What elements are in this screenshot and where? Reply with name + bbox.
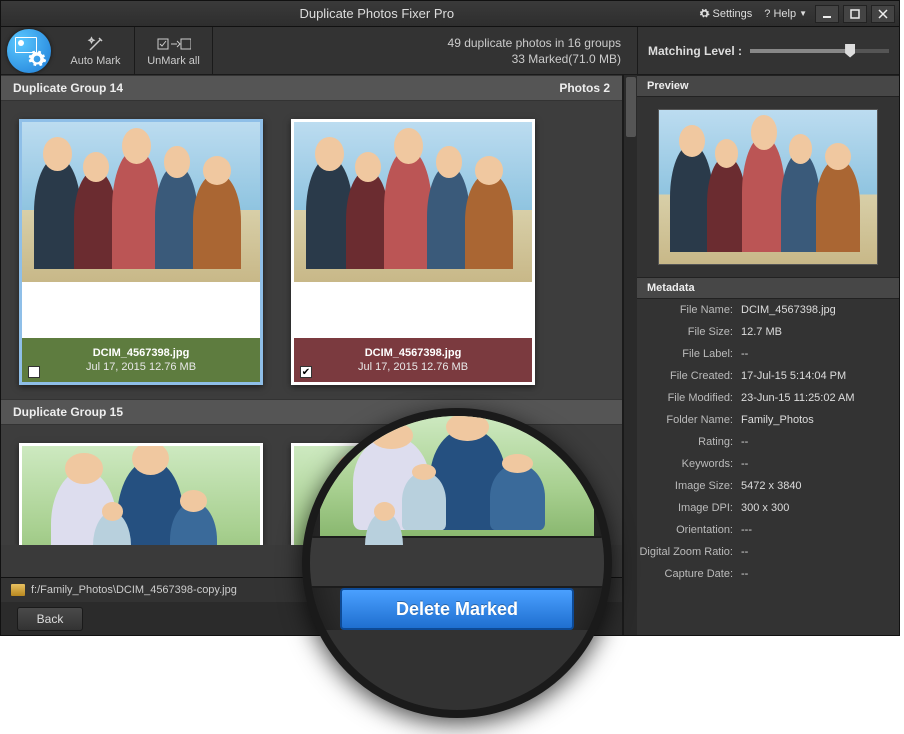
thumb-footer: DCIM_4567398.jpg Jul 17, 2015 12.76 MB — [22, 338, 260, 382]
gear-icon — [699, 8, 710, 19]
metadata-row: File Label:-- — [637, 343, 899, 365]
magnifier-overlay: Delete Marked — [302, 408, 612, 718]
metadata-key: Rating: — [637, 436, 741, 448]
metadata-row: Keywords:-- — [637, 453, 899, 475]
metadata-value: 17-Jul-15 5:14:04 PM — [741, 370, 899, 382]
metadata-key: Capture Date: — [637, 568, 741, 580]
minimize-icon — [822, 9, 832, 19]
matching-level-control: Matching Level : — [637, 27, 899, 74]
maximize-icon — [850, 9, 860, 19]
back-button[interactable]: Back — [17, 607, 83, 631]
metadata-key: File Created: — [637, 370, 741, 382]
matching-level-slider[interactable] — [750, 49, 889, 53]
metadata-value: 12.7 MB — [741, 326, 899, 338]
metadata-key: File Modified: — [637, 392, 741, 404]
settings-link[interactable]: Settings — [695, 8, 757, 20]
metadata-title: Metadata — [637, 277, 899, 299]
metadata-row: Image DPI:300 x 300 — [637, 497, 899, 519]
metadata-value: -- — [741, 348, 899, 360]
metadata-value: -- — [741, 546, 899, 558]
unmarkall-button[interactable]: UnMark all — [135, 27, 213, 74]
group-count: Photos 2 — [559, 81, 610, 95]
metadata-value: 300 x 300 — [741, 502, 899, 514]
maximize-button[interactable] — [843, 5, 867, 23]
thumb-meta: Jul 17, 2015 12.76 MB — [86, 361, 196, 373]
mark-checkbox[interactable] — [28, 366, 40, 378]
metadata-key: Folder Name: — [637, 414, 741, 426]
metadata-row: File Modified:23-Jun-15 11:25:02 AM — [637, 387, 899, 409]
minimize-button[interactable] — [815, 5, 839, 23]
metadata-key: File Label: — [637, 348, 741, 360]
metadata-row: Rating:-- — [637, 431, 899, 453]
title-bar: Duplicate Photos Fixer Pro Settings ? He… — [1, 1, 899, 27]
automark-label: Auto Mark — [70, 55, 120, 67]
photo-thumbnail[interactable]: DCIM_4567398.jpg Jul 17, 2015 12.76 MB — [19, 119, 263, 385]
metadata-key: File Name: — [637, 304, 741, 316]
toolbar: Auto Mark UnMark all 49 duplicate photos… — [1, 27, 899, 75]
scrollbar[interactable] — [623, 75, 637, 635]
metadata-value: -- — [741, 436, 899, 448]
slider-thumb[interactable] — [845, 44, 855, 58]
preview-title: Preview — [637, 75, 899, 97]
metadata-row: Image Size:5472 x 3840 — [637, 475, 899, 497]
matching-level-label: Matching Level : — [648, 44, 742, 58]
metadata-key: Image DPI: — [637, 502, 741, 514]
delete-marked-button[interactable]: Delete Marked — [340, 588, 574, 630]
preview-panel — [637, 97, 899, 277]
magnified-thumbnail — [320, 416, 594, 536]
metadata-row: Capture Date:-- — [637, 563, 899, 585]
chevron-down-icon: ▼ — [799, 9, 807, 18]
group-title: Duplicate Group 15 — [13, 405, 123, 419]
scrollbar-thumb[interactable] — [626, 77, 636, 137]
close-icon — [878, 9, 888, 19]
stats-line1: 49 duplicate photos in 16 groups — [448, 36, 621, 50]
metadata-row: Digital Zoom Ratio:-- — [637, 541, 899, 563]
group-title: Duplicate Group 14 — [13, 81, 123, 95]
thumb-filename: DCIM_4567398.jpg — [93, 347, 190, 359]
metadata-value: --- — [741, 524, 899, 536]
thumb-filename: DCIM_4567398.jpg — [365, 347, 462, 359]
metadata-row: File Created:17-Jul-15 5:14:04 PM — [637, 365, 899, 387]
stats-panel: 49 duplicate photos in 16 groups 33 Mark… — [213, 27, 637, 74]
metadata-row: Folder Name:Family_Photos — [637, 409, 899, 431]
sidebar: Preview Metadata File Name:DCIM_4567398.… — [637, 75, 899, 635]
metadata-table: File Name:DCIM_4567398.jpgFile Size:12.7… — [637, 299, 899, 635]
metadata-key: File Size: — [637, 326, 741, 338]
metadata-value: 5472 x 3840 — [741, 480, 899, 492]
metadata-key: Orientation: — [637, 524, 741, 536]
metadata-key: Keywords: — [637, 458, 741, 470]
group-items: DCIM_4567398.jpg Jul 17, 2015 12.76 MB D… — [1, 101, 622, 399]
thumb-footer: DCIM_4567398.jpg Jul 17, 2015 12.76 MB ✔ — [294, 338, 532, 382]
unmarkall-label: UnMark all — [147, 55, 200, 67]
automark-button[interactable]: Auto Mark — [57, 27, 135, 74]
close-button[interactable] — [871, 5, 895, 23]
help-link[interactable]: ? Help ▼ — [760, 8, 811, 20]
mark-checkbox[interactable]: ✔ — [300, 366, 312, 378]
metadata-key: Image Size: — [637, 480, 741, 492]
unmark-icon — [157, 37, 191, 51]
metadata-row: File Name:DCIM_4567398.jpg — [637, 299, 899, 321]
folder-icon — [11, 584, 25, 596]
metadata-value: 23-Jun-15 11:25:02 AM — [741, 392, 899, 404]
thumb-meta: Jul 17, 2015 12.76 MB — [358, 361, 468, 373]
file-path: f:/Family_Photos\DCIM_4567398-copy.jpg — [31, 584, 237, 596]
preview-image — [658, 109, 878, 265]
app-logo — [1, 27, 57, 74]
photo-thumbnail[interactable] — [19, 443, 263, 545]
metadata-value: DCIM_4567398.jpg — [741, 304, 899, 316]
metadata-key: Digital Zoom Ratio: — [637, 546, 741, 558]
metadata-row: Orientation:--- — [637, 519, 899, 541]
stats-line2: 33 Marked(71.0 MB) — [512, 52, 621, 66]
gear-icon — [27, 49, 47, 69]
metadata-value: Family_Photos — [741, 414, 899, 426]
app-title: Duplicate Photos Fixer Pro — [59, 6, 695, 21]
photo-thumbnail[interactable]: DCIM_4567398.jpg Jul 17, 2015 12.76 MB ✔ — [291, 119, 535, 385]
metadata-value: -- — [741, 568, 899, 580]
metadata-row: File Size:12.7 MB — [637, 321, 899, 343]
metadata-value: -- — [741, 458, 899, 470]
wand-icon — [87, 35, 105, 53]
group-header: Duplicate Group 14 Photos 2 — [1, 75, 622, 101]
